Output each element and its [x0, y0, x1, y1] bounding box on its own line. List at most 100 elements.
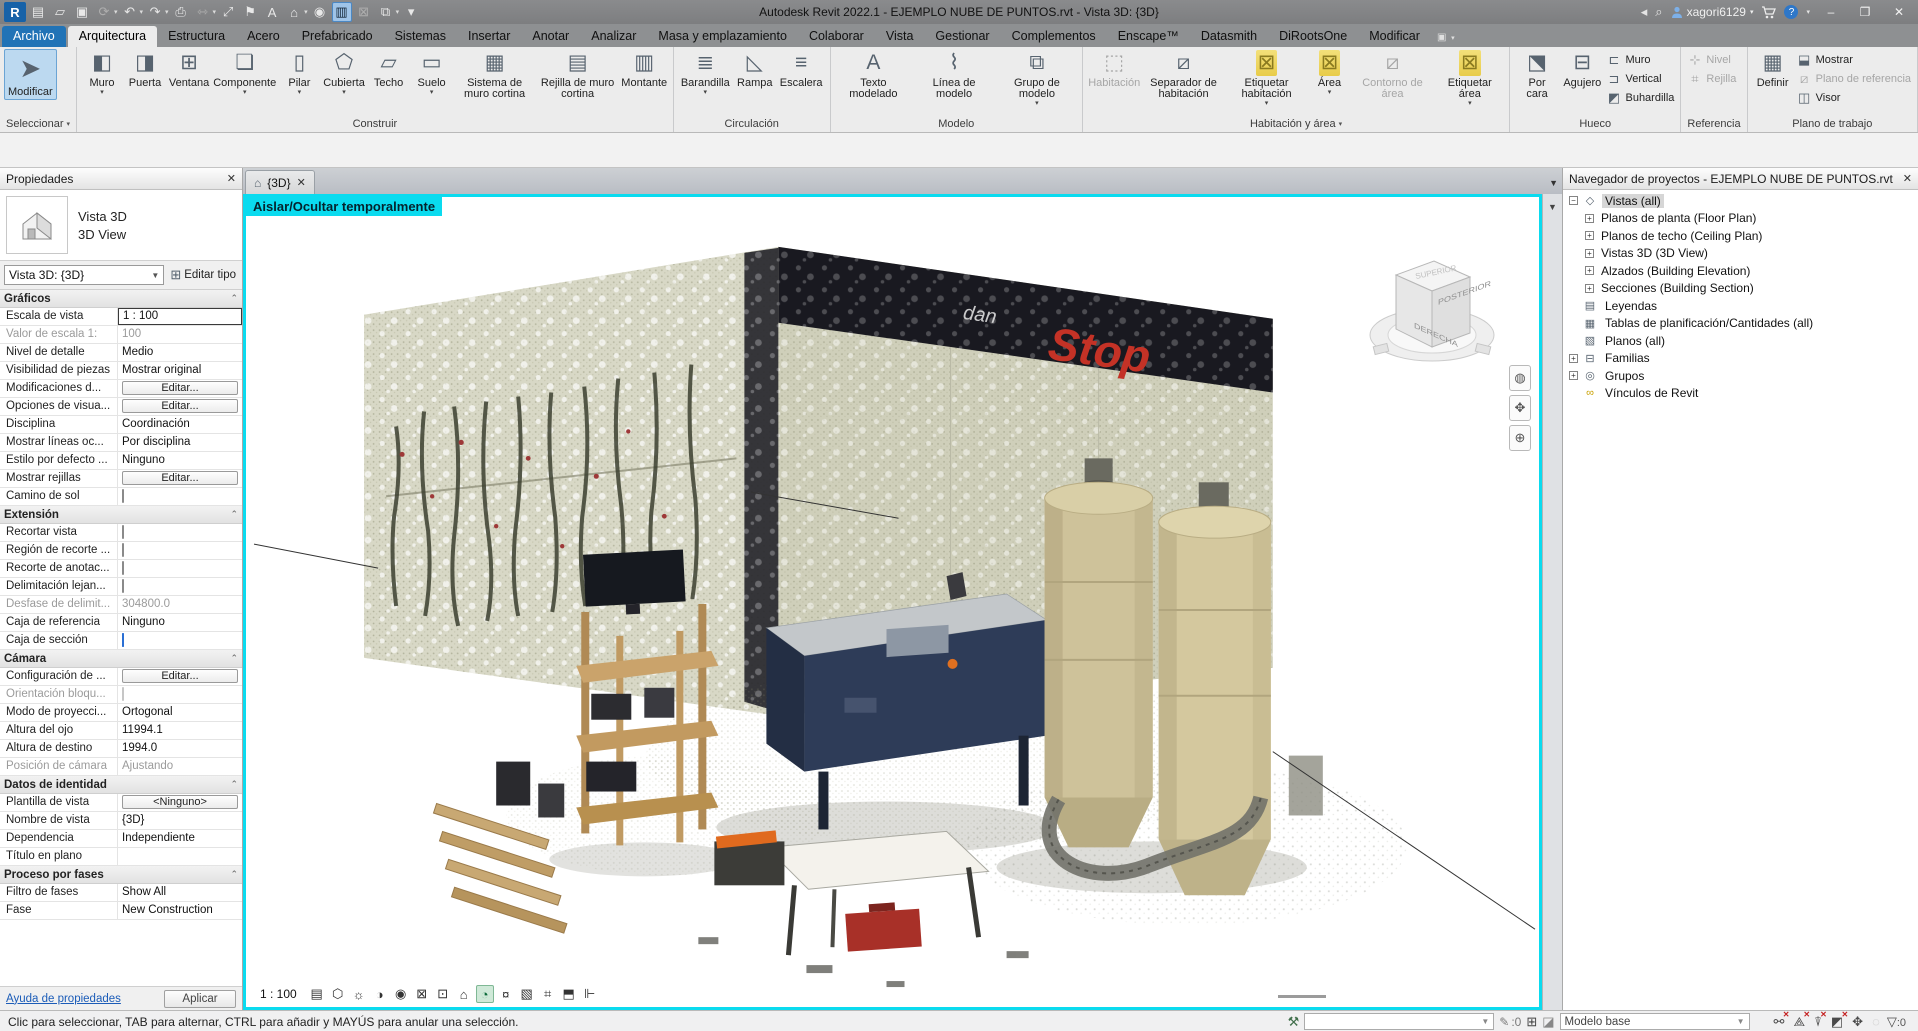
expand-box-icon[interactable]: +: [1585, 214, 1594, 223]
tab-dirootsone[interactable]: DiRootsOne: [1268, 26, 1358, 47]
property-value[interactable]: <Ninguno>: [118, 794, 242, 811]
montante-button[interactable]: ▥Montante: [620, 49, 669, 90]
close-inactive-views-icon[interactable]: ⊠: [354, 2, 374, 22]
panel-caret-icon[interactable]: ▾: [66, 120, 70, 128]
collapse-box-icon[interactable]: −: [1569, 196, 1578, 205]
view-tab-close-icon[interactable]: ✕: [297, 176, 306, 189]
print-icon[interactable]: ⎙: [171, 2, 191, 22]
property-value[interactable]: Medio: [118, 344, 242, 361]
sync-with-central-icon[interactable]: ⟳: [94, 2, 114, 22]
viewcube[interactable]: DERECHA POSTERIOR SUPERIOR: [1354, 237, 1514, 372]
tab-enscape-[interactable]: Enscape™: [1107, 26, 1190, 47]
property-value[interactable]: {3D}: [118, 812, 242, 829]
view-scale-button[interactable]: 1 : 100: [252, 985, 305, 1003]
full-navigation-wheel-icon[interactable]: ◍: [1509, 365, 1531, 391]
properties-close-icon[interactable]: ✕: [227, 172, 236, 185]
property-value[interactable]: Por disciplina: [118, 434, 242, 451]
drawing-area[interactable]: Aislar/Ocultar temporalmente: [243, 194, 1542, 1010]
checkbox[interactable]: [122, 561, 124, 575]
view-tab-3d[interactable]: ⌂ {3D} ✕: [245, 170, 315, 194]
rejilla-de-muro-cortina-button[interactable]: ▤Rejilla de muro cortina: [537, 49, 619, 101]
shadows-icon[interactable]: ◑: [371, 985, 389, 1003]
etiquetar-rea-button[interactable]: ⊠Etiquetar área▾: [1435, 49, 1506, 108]
property-section-proceso-por-fases[interactable]: Proceso por fases⌃: [0, 866, 242, 884]
render-icon[interactable]: ◉: [310, 2, 330, 22]
expand-box-icon[interactable]: +: [1585, 284, 1594, 293]
edit-button[interactable]: Editar...: [122, 399, 238, 413]
property-value[interactable]: [118, 542, 242, 559]
property-section-datos-de-identidad[interactable]: Datos de identidad⌃: [0, 776, 242, 794]
aligned-dimension-icon[interactable]: ⤢: [218, 2, 238, 22]
design-options-icon[interactable]: ⊞: [1526, 1014, 1537, 1030]
checkbox[interactable]: [122, 579, 124, 593]
panel-caret-icon[interactable]: ▾: [1339, 120, 1343, 128]
customize-quick-access-icon[interactable]: ▾: [401, 2, 421, 22]
default-3d-view-dropdown-icon[interactable]: ▾: [304, 8, 308, 16]
property-value[interactable]: [118, 560, 242, 577]
drag-elements-on-selection-icon[interactable]: ✥: [1852, 1014, 1863, 1030]
tree-item-planos-all-[interactable]: ▧Planos (all): [1563, 332, 1918, 350]
property-value[interactable]: 100: [118, 326, 242, 343]
user-account[interactable]: xagori6129 ▾: [1671, 5, 1754, 19]
separador-de-habitaci-n-button[interactable]: ⧄Separador de habitación: [1143, 49, 1225, 101]
crop-view-icon[interactable]: ⊠: [413, 985, 431, 1003]
tab-complementos[interactable]: Complementos: [1001, 26, 1107, 47]
tree-item-leyendas[interactable]: ▤Leyendas: [1563, 297, 1918, 315]
rampa-button[interactable]: ◺Rampa: [734, 49, 776, 90]
temporary-hide-isolate-icon[interactable]: ◔: [476, 985, 494, 1003]
definir-button[interactable]: ▦Definir: [1752, 49, 1794, 90]
text-icon[interactable]: A: [262, 2, 282, 22]
app-store-cart-icon[interactable]: [1761, 6, 1776, 19]
cubierta-button[interactable]: ⬠Cubierta▾: [321, 49, 366, 97]
select-pinned-elements-icon[interactable]: ⍒✕: [1814, 1014, 1822, 1030]
tab-gestionar[interactable]: Gestionar: [924, 26, 1000, 47]
componente-button[interactable]: ❏Componente▾: [212, 49, 277, 97]
tab-archivo[interactable]: Archivo: [2, 26, 66, 47]
property-value[interactable]: [118, 578, 242, 595]
properties-help-link[interactable]: Ayuda de propiedades: [6, 993, 121, 1005]
tab-prefabricado[interactable]: Prefabricado: [291, 26, 384, 47]
measure-dropdown-icon[interactable]: ▾: [213, 8, 217, 16]
barandilla-button[interactable]: ≣Barandilla▾: [678, 49, 733, 97]
property-value[interactable]: 1 : 100: [118, 308, 242, 325]
escalera-button[interactable]: ≡Escalera: [777, 49, 826, 90]
expand-box-icon[interactable]: +: [1585, 231, 1594, 240]
reveal-constraints-icon[interactable]: ⊩: [581, 985, 599, 1003]
undo-dropdown-icon[interactable]: ▾: [140, 8, 144, 16]
-rea-button[interactable]: ⊠Área▾: [1309, 49, 1351, 97]
sync-with-central-dropdown-icon[interactable]: ▾: [114, 8, 118, 16]
tab-anotar[interactable]: Anotar: [521, 26, 580, 47]
scroll-down-icon[interactable]: ▼: [1548, 202, 1557, 212]
expand-box-icon[interactable]: +: [1585, 266, 1594, 275]
thin-lines-icon[interactable]: ▥: [332, 2, 352, 22]
undo-icon[interactable]: ↶: [120, 2, 140, 22]
tree-item-tablas-de-planificaci-n-cantidades-all-[interactable]: ▦Tablas de planificación/Cantidades (all…: [1563, 315, 1918, 333]
property-value[interactable]: Independiente: [118, 830, 242, 847]
switch-windows-dropdown-icon[interactable]: ▾: [396, 8, 400, 16]
expand-box-icon[interactable]: +: [1585, 249, 1594, 258]
rendering-dialog-icon[interactable]: ◉: [392, 985, 410, 1003]
tab-modificar[interactable]: Modificar: [1358, 26, 1431, 47]
property-value[interactable]: Ninguno: [118, 614, 242, 631]
tree-item-vistas-all-[interactable]: −◇Vistas (all): [1563, 192, 1918, 210]
edit-button[interactable]: Editar...: [122, 471, 238, 485]
restore-button[interactable]: ❐: [1852, 5, 1878, 19]
sistema-de-muro-cortina-button[interactable]: ▦Sistema de muro cortina: [454, 49, 536, 101]
tab-insertar[interactable]: Insertar: [457, 26, 521, 47]
tree-item-grupos[interactable]: +◎Grupos: [1563, 367, 1918, 385]
property-value[interactable]: New Construction: [118, 902, 242, 919]
property-section-extensi-n[interactable]: Extensión⌃: [0, 506, 242, 524]
save-icon[interactable]: ▣: [72, 2, 92, 22]
zoom-icon[interactable]: ⊕: [1509, 425, 1531, 451]
unlocked-3d-view-icon[interactable]: ⌂: [455, 985, 473, 1003]
puerta-button[interactable]: ◨Puerta: [124, 49, 166, 90]
pilar-button[interactable]: ▯Pilar▾: [278, 49, 320, 97]
sun-path-icon[interactable]: ☼: [350, 985, 368, 1003]
checkbox[interactable]: [122, 633, 124, 647]
hide-analytical-model-icon[interactable]: ⌗: [539, 985, 557, 1003]
property-value[interactable]: Ajustando: [118, 758, 242, 775]
property-section-c-mara[interactable]: Cámara⌃: [0, 650, 242, 668]
tab-sistemas[interactable]: Sistemas: [384, 26, 457, 47]
property-value[interactable]: 1994.0: [118, 740, 242, 757]
property-value[interactable]: 304800.0: [118, 596, 242, 613]
